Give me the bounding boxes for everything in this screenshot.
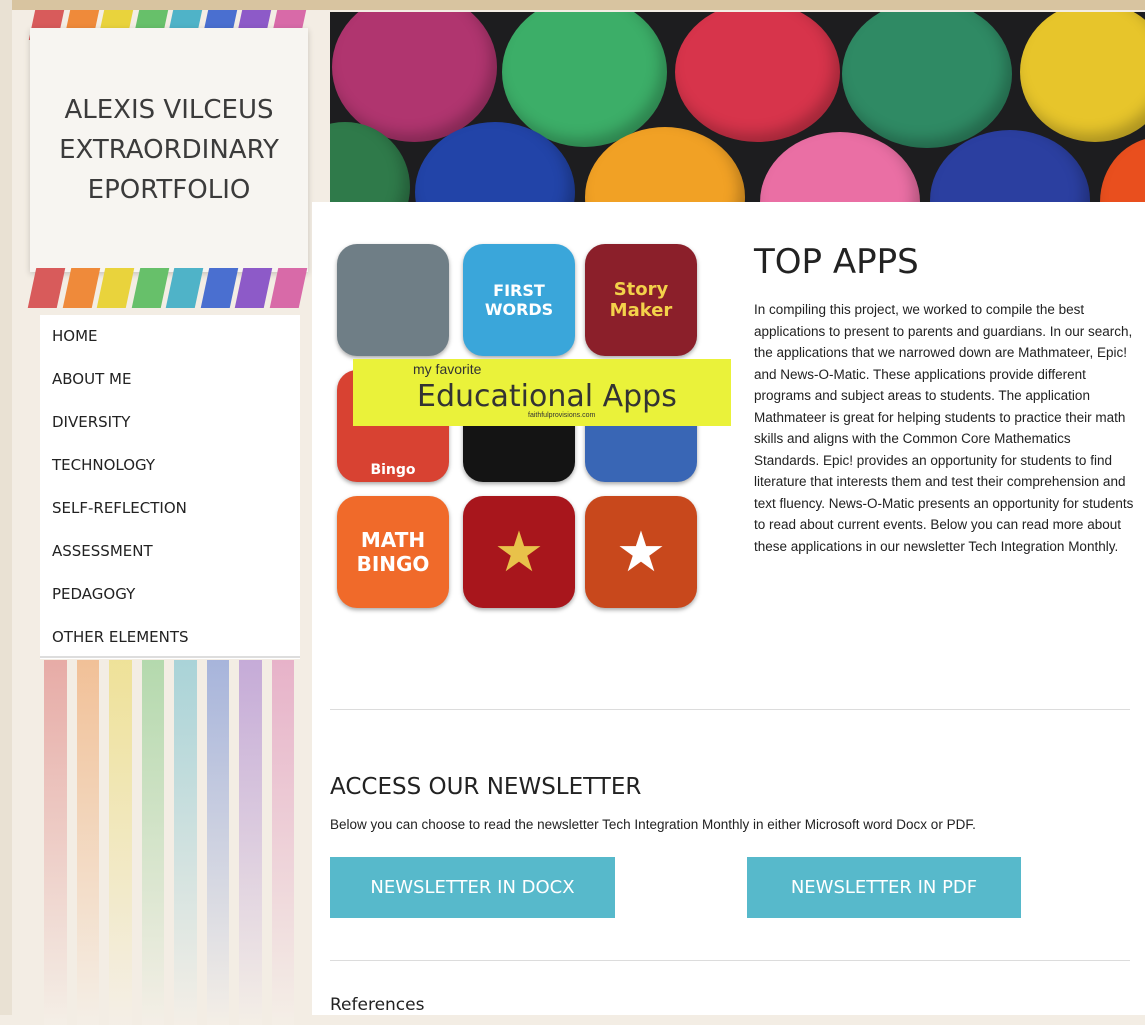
rainbow-stripe [62, 268, 100, 308]
educational-apps-image: FIRST WORDS Story Maker Bingo MATH BINGO… [337, 244, 731, 614]
top-apps-title: TOP APPS [754, 242, 919, 282]
rainbow-stripe [165, 268, 203, 308]
header-banner-image [330, 12, 1145, 202]
apps-banner-small-text: my favorite [413, 361, 482, 377]
newsletter-pdf-button[interactable]: NEWSLETTER IN PDF [747, 857, 1021, 918]
paint-can-orange-2 [1100, 137, 1145, 202]
newsletter-docx-button[interactable]: NEWSLETTER IN DOCX [330, 857, 615, 918]
newsletter-pdf-label: NEWSLETTER IN PDF [790, 877, 978, 898]
rainbow-stripe [200, 268, 238, 308]
chalk-stripe [174, 660, 197, 1025]
nav-item-home[interactable]: HOME [40, 315, 300, 358]
nav-item-diversity[interactable]: DIVERSITY [40, 401, 300, 444]
chalk-stripe [109, 660, 132, 1025]
section-divider [330, 709, 1130, 710]
section-divider-2 [330, 960, 1130, 961]
rainbow-stripe [27, 268, 65, 308]
nav-item-assessment[interactable]: ASSESSMENT [40, 530, 300, 573]
chalk-stripe [206, 660, 229, 1025]
main-nav: HOME ABOUT ME DIVERSITY TECHNOLOGY SELF-… [40, 315, 300, 659]
top-apps-paragraph: In compiling this project, we worked to … [754, 302, 1134, 554]
nav-item-about-me[interactable]: ABOUT ME [40, 358, 300, 401]
rainbow-stripe [269, 268, 307, 308]
chalk-stripe [141, 660, 164, 1025]
math-bingo-icon: MATH BINGO [337, 496, 449, 608]
nav-divider [40, 656, 300, 658]
site-title[interactable]: ALEXIS VILCEUS EXTRAORDINARY EPORTFOLIO [44, 90, 294, 210]
paint-can-yellow [1020, 12, 1145, 142]
main-content: FIRST WORDS Story Maker Bingo MATH BINGO… [312, 202, 1145, 1015]
apps-banner-credit: faithfulprovisions.com [528, 412, 596, 419]
paint-can-red [675, 12, 840, 142]
rainbow-stripe [131, 268, 169, 308]
nav-item-pedagogy[interactable]: PEDAGOGY [40, 573, 300, 616]
nav-item-self-reflection[interactable]: SELF-REFLECTION [40, 487, 300, 530]
chalk-stripe [76, 660, 99, 1025]
rainbow-stripe [234, 268, 272, 308]
paint-can-teal [842, 12, 1012, 148]
newsletter-docx-label: NEWSLETTER IN DOCX [370, 877, 575, 898]
chalk-stripe [271, 660, 294, 1025]
bottom-rainbow-stripes [27, 268, 307, 308]
star-circle-icon: ★ [585, 496, 697, 608]
references-heading: References [330, 995, 425, 1015]
left-edge [0, 0, 12, 1015]
chalk-decoration [44, 660, 294, 1025]
star-icon: ★ [463, 496, 575, 608]
apps-banner-title: Educational Apps [417, 379, 677, 414]
newsletter-description: Below you can choose to read the newslet… [330, 817, 976, 832]
nav-item-technology[interactable]: TECHNOLOGY [40, 444, 300, 487]
story-maker-icon: Story Maker [585, 244, 697, 356]
chalk-stripe [44, 660, 67, 1025]
sidebar: ALEXIS VILCEUS EXTRAORDINARY EPORTFOLIO … [22, 10, 312, 1025]
educational-apps-banner: my favorite Educational Apps faithfulpro… [353, 359, 731, 426]
top-border [0, 0, 1145, 10]
first-words-icon: FIRST WORDS [463, 244, 575, 356]
robot-icon [337, 244, 449, 356]
rainbow-stripe [96, 268, 134, 308]
chalk-stripe [239, 660, 262, 1025]
newsletter-title: ACCESS OUR NEWSLETTER [330, 774, 642, 800]
nav-item-other-elements[interactable]: OTHER ELEMENTS [40, 616, 300, 659]
title-card: ALEXIS VILCEUS EXTRAORDINARY EPORTFOLIO [30, 28, 308, 272]
